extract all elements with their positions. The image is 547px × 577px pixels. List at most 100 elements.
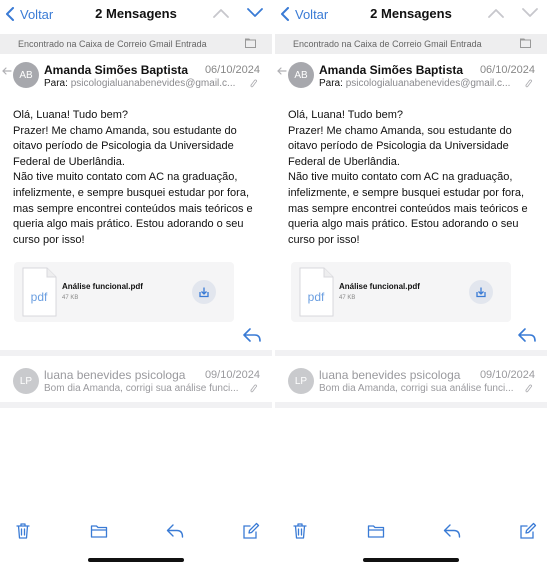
nav-bar: Voltar 2 Mensagens [275,0,547,28]
divider [0,350,272,356]
message-preview: Bom dia Amanda, corrigi sua análise func… [319,383,514,394]
previous-message-button[interactable] [487,4,505,22]
compose-icon[interactable] [242,522,260,540]
body-line: Olá, Luana! Tudo bem? [13,109,128,121]
body-line: mas sempre encontrei conteúdos mais teór… [288,202,528,215]
recipient-line: Para: psicologialuanabenevides@gmail.c..… [44,78,244,89]
sender-name: Amanda Simões Baptista [319,63,464,77]
paperclip-icon [250,384,258,393]
body-line: curso por isso! [13,233,85,246]
divider [275,350,547,356]
message-body: Olá, Luana! Tudo bem? Prazer! Me chamo A… [13,108,261,248]
divider [0,402,272,408]
body-line: mas sempre encontrei conteúdos mais teór… [13,202,253,215]
home-indicator[interactable] [363,558,459,562]
attachment-size: 47 KB [339,295,356,301]
download-icon [199,287,209,298]
pdf-label: pdf [308,290,325,304]
body-line: Olá, Luana! Tudo bem? [288,109,403,121]
attachment-card[interactable]: pdf Análise funcional.pdf 47 KB [291,262,511,322]
trash-icon[interactable] [14,522,32,540]
message-navigation [487,4,539,22]
attachment-name: Análise funcional.pdf [62,282,143,291]
bottom-toolbar [0,520,272,544]
chevron-left-icon [281,7,289,21]
avatar: AB [288,62,314,88]
recipient-address: psicologialuanabenevides@gmail.c... [345,78,511,89]
replied-icon [277,67,287,75]
back-button[interactable]: Voltar [4,4,53,24]
folder-icon [520,38,531,48]
nav-bar: Voltar 2 Mensagens [0,0,272,28]
folder-icon[interactable] [367,522,385,540]
pdf-file-icon: pdf [22,267,57,317]
message-header[interactable]: AB Amanda Simões Baptista 06/10/2024 Par… [275,60,547,96]
chevron-down-icon [247,8,263,17]
body-line: infelizmente, e sempre busquei estudar p… [288,186,525,199]
compose-icon[interactable] [519,522,537,540]
chevron-left-icon [6,7,14,21]
to-label: Para: [44,78,68,89]
previous-message-button[interactable] [212,4,230,22]
home-indicator[interactable] [88,558,184,562]
reply-icon[interactable] [517,326,537,344]
message-date: 09/10/2024 [479,369,535,381]
attachment-card[interactable]: pdf Análise funcional.pdf 47 KB [14,262,234,322]
folder-banner: Encontrado na Caixa de Correio Gmail Ent… [0,34,272,54]
body-line: oitavo período de Psicologia da Universi… [13,140,234,153]
to-label: Para: [319,78,343,89]
folder-banner-text: Encontrado na Caixa de Correio Gmail Ent… [293,39,482,49]
collapsed-message[interactable]: LP luana benevides psicologa 09/10/2024 … [275,362,547,402]
body-line: Federal de Uberlândia. [13,155,125,168]
body-line: Prazer! Me chamo Amanda, sou estudante d… [13,124,237,137]
chevron-up-icon [213,9,229,18]
recipient-line: Para: psicologialuanabenevides@gmail.c..… [319,78,519,89]
download-icon [476,287,486,298]
mail-pane-right: Voltar 2 Mensagens Encontrado na Caixa d… [275,0,547,577]
attachment-size: 47 KB [62,295,79,301]
folder-banner-text: Encontrado na Caixa de Correio Gmail Ent… [18,39,207,49]
mail-pane-left: Voltar 2 Mensagens Encontrado na Caixa d… [0,0,272,577]
message-preview: Bom dia Amanda, corrigi sua análise func… [44,383,239,394]
reply-icon[interactable] [242,326,262,344]
message-body: Olá, Luana! Tudo bem? Prazer! Me chamo A… [288,108,536,248]
recipient-address: psicologialuanabenevides@gmail.c... [70,78,236,89]
bottom-toolbar [275,520,547,544]
paperclip-icon [525,384,533,393]
body-line: curso por isso! [288,233,360,246]
download-button[interactable] [192,280,216,304]
reply-icon[interactable] [166,522,184,540]
folder-icon[interactable] [90,522,108,540]
body-line: oitavo período de Psicologia da Universi… [288,140,509,153]
chevron-up-icon [488,9,504,18]
trash-icon[interactable] [291,522,309,540]
body-line: Federal de Uberlândia. [288,155,400,168]
avatar: AB [13,62,39,88]
reply-icon[interactable] [443,522,461,540]
back-label: Voltar [20,6,54,22]
body-line: infelizmente, e sempre busquei estudar p… [13,186,250,199]
message-date: 09/10/2024 [204,369,260,381]
sender-name: Amanda Simões Baptista [44,63,189,77]
chevron-down-icon [522,8,538,17]
collapsed-message[interactable]: LP luana benevides psicologa 09/10/2024 … [0,362,272,402]
folder-banner: Encontrado na Caixa de Correio Gmail Ent… [275,34,547,54]
replied-icon [2,67,12,75]
next-message-button[interactable] [246,4,264,22]
sender-name: luana benevides psicologa [44,368,186,382]
body-line: Não tive muito contato com AC na graduaç… [288,171,513,184]
next-message-button[interactable] [521,4,539,22]
body-line: queria algo mais prático. Estou adorando… [13,218,244,231]
body-line: queria algo mais prático. Estou adorando… [288,218,519,231]
message-header[interactable]: AB Amanda Simões Baptista 06/10/2024 Par… [0,60,272,96]
message-navigation [212,4,264,22]
paperclip-icon [525,79,533,88]
avatar: LP [13,368,39,394]
attachment-name: Análise funcional.pdf [339,282,420,291]
sender-name: luana benevides psicologa [319,368,461,382]
download-button[interactable] [469,280,493,304]
avatar: LP [288,368,314,394]
body-line: Prazer! Me chamo Amanda, sou estudante d… [288,124,512,137]
split-screen: Voltar 2 Mensagens Encontrado na Caixa d… [0,0,547,577]
back-button[interactable]: Voltar [279,4,328,24]
